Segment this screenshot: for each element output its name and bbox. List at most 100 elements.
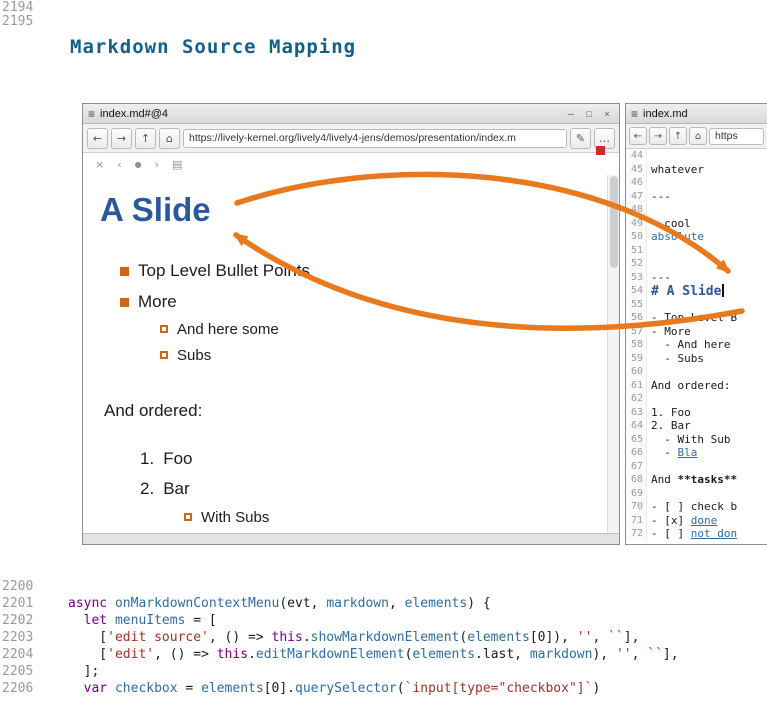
hollow-square-icon <box>160 351 168 359</box>
next-slide-icon[interactable]: › <box>155 158 159 171</box>
ordered-number: 1. <box>140 449 154 469</box>
prev-slide-icon[interactable]: ‹ <box>117 158 121 171</box>
line-number: 51 <box>626 244 647 258</box>
source-line: 58 - And here <box>626 338 767 352</box>
line-text: --- <box>647 190 671 204</box>
line-text <box>647 460 651 474</box>
source-line: 50absolute <box>626 230 767 244</box>
forward-button[interactable]: → <box>649 127 667 145</box>
up-button[interactable]: ↑ <box>669 127 687 145</box>
url-input[interactable] <box>183 129 567 148</box>
line-text: - [x] done <box>647 514 717 528</box>
bullet-item: Top Level Bullet Points <box>120 261 310 281</box>
window-controls: ─ □ × <box>564 107 614 121</box>
line-number: 62 <box>626 392 647 406</box>
sub-bullet-item: Subs <box>160 345 211 365</box>
line-text: absolute <box>647 230 704 244</box>
code-lines[interactable]: 22002201async onMarkdownContextMenu(evt,… <box>0 578 767 697</box>
ordered-text: Bar <box>163 479 189 499</box>
editor-line: 2201async onMarkdownContextMenu(evt, mar… <box>0 595 767 612</box>
editor-line: 2202 let menuItems = [ <box>0 612 767 629</box>
line-number: 64 <box>626 419 647 433</box>
line-text: - Bla <box>647 446 697 460</box>
source-line: 70- [ ] check b <box>626 500 767 514</box>
recording-indicator <box>596 146 605 155</box>
source-line: 49- cool <box>626 217 767 231</box>
bullet-square-icon <box>120 267 129 276</box>
source-line: 72- [ ] not don <box>626 527 767 541</box>
line-text: 2. Bar <box>647 419 691 433</box>
scrollbar[interactable] <box>607 175 619 533</box>
line-text: - And here <box>647 338 730 352</box>
line-number: 61 <box>626 379 647 393</box>
source-lines[interactable]: 4445whatever4647---4849- cool50absolute5… <box>626 149 767 544</box>
close-button[interactable]: × <box>600 107 614 121</box>
scrollbar-thumb[interactable] <box>610 176 618 268</box>
minimize-button[interactable]: ─ <box>564 107 578 121</box>
close-presentation-icon[interactable]: × <box>95 158 104 171</box>
page-title: Markdown Source Mapping <box>70 36 356 58</box>
line-text: ['edit', () => this.editMarkdownElement(… <box>68 646 679 663</box>
maximize-button[interactable]: □ <box>582 107 596 121</box>
source-line: 57- More <box>626 325 767 339</box>
line-text <box>647 203 651 217</box>
top-gutter: 21942195 <box>0 1 68 29</box>
ordered-item: 2. Bar <box>140 479 190 499</box>
back-button[interactable]: ← <box>629 127 647 145</box>
print-icon[interactable]: ▤ <box>172 158 182 171</box>
line-text <box>647 392 651 406</box>
line-number: 65 <box>626 433 647 447</box>
url-input[interactable] <box>709 128 764 145</box>
line-text <box>647 298 651 312</box>
line-number: 50 <box>626 230 647 244</box>
line-number: 2195 <box>0 15 68 29</box>
source-line: 71- [x] done <box>626 514 767 528</box>
editor-line: 2203 ['edit source', () => this.showMark… <box>0 629 767 646</box>
line-number: 2194 <box>0 1 68 15</box>
ordered-text: Foo <box>163 449 192 469</box>
line-text <box>647 487 651 501</box>
line-text: 1. Foo <box>647 406 691 420</box>
home-button[interactable]: ⌂ <box>159 128 180 149</box>
line-number: 53 <box>626 271 647 285</box>
line-number: 52 <box>626 257 647 271</box>
line-number: 60 <box>626 365 647 379</box>
line-number: 72 <box>626 527 647 541</box>
source-line: 66 - Bla <box>626 446 767 460</box>
source-line: 46 <box>626 176 767 190</box>
editor-line: 2205 ]; <box>0 663 767 680</box>
home-button[interactable]: ⌂ <box>689 127 707 145</box>
browser-window-rendered: ≡ index.md#@4 ─ □ × ← → ↑ ⌂ ✎ … × ‹ <box>82 103 620 545</box>
window-title: index.md#@4 <box>100 108 168 120</box>
line-text: - [ ] not don <box>647 527 737 541</box>
source-line: 69 <box>626 487 767 501</box>
line-number: 69 <box>626 487 647 501</box>
line-number: 2204 <box>0 646 68 663</box>
source-line: 51 <box>626 244 767 258</box>
forward-button[interactable]: → <box>111 128 132 149</box>
source-line: 631. Foo <box>626 406 767 420</box>
sub-bullet-item: With Subs <box>184 507 269 527</box>
menu-icon[interactable]: ≡ <box>631 107 638 121</box>
hollow-square-icon <box>160 325 168 333</box>
line-number: 63 <box>626 406 647 420</box>
source-line: 61And ordered: <box>626 379 767 393</box>
edit-pencil-button[interactable]: ✎ <box>570 128 591 149</box>
line-number: 56 <box>626 311 647 325</box>
source-line: 48 <box>626 203 767 217</box>
slide-dot-icon[interactable]: ● <box>135 160 142 169</box>
line-number: 58 <box>626 338 647 352</box>
line-text: - Subs <box>647 352 704 366</box>
line-number: 46 <box>626 176 647 190</box>
bullet-text: Subs <box>177 347 211 364</box>
source-line: 60 <box>626 365 767 379</box>
menu-icon[interactable]: ≡ <box>88 107 95 121</box>
source-line: 44 <box>626 149 767 163</box>
bullet-square-icon <box>120 298 129 307</box>
line-number: 2205 <box>0 663 68 680</box>
up-button[interactable]: ↑ <box>135 128 156 149</box>
slide-heading: A Slide <box>100 191 211 229</box>
bullet-text: And here some <box>177 321 279 338</box>
back-button[interactable]: ← <box>87 128 108 149</box>
screenshot-figure: ≡ index.md#@4 ─ □ × ← → ↑ ⌂ ✎ … × ‹ <box>82 103 767 545</box>
